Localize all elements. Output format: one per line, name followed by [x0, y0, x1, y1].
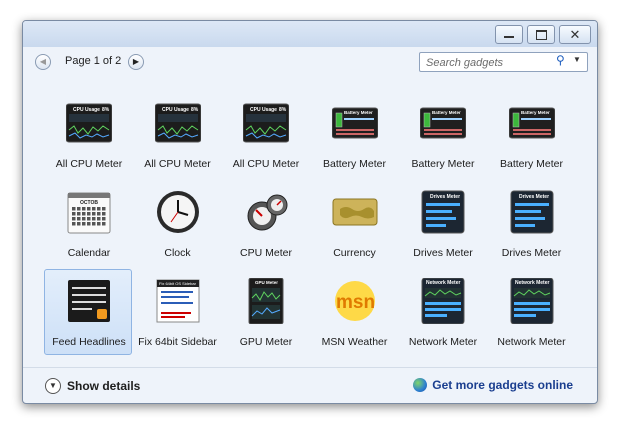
clock-icon	[155, 189, 201, 235]
gadget-tile[interactable]: CPU Usage 8% All CPU Meter	[133, 91, 221, 177]
maximize-button[interactable]	[527, 25, 555, 44]
all-cpu-meter-icon: CPU Usage 8%	[242, 100, 290, 146]
network-meter-icon: Network Meter	[509, 277, 555, 325]
gadget-label: Battery Meter	[499, 158, 564, 170]
next-page-button[interactable]: ▶	[128, 54, 144, 70]
gadget-label: Network Meter	[408, 336, 478, 348]
all-cpu-meter-icon: CPU Usage 8%	[65, 100, 113, 146]
gadget-tile[interactable]: msn MSN Weather	[310, 269, 398, 355]
title-bar: ✕	[23, 21, 597, 47]
svg-text:CPU Usage: CPU Usage	[162, 107, 189, 113]
chevron-down-icon: ▼	[45, 378, 61, 394]
gadget-tile[interactable]: Network Meter Network Meter	[487, 269, 575, 355]
svg-text:Battery Meter: Battery Meter	[432, 110, 461, 115]
battery-meter-icon: Battery Meter	[331, 100, 378, 146]
feed-headlines-icon	[66, 278, 112, 324]
gadget-tile[interactable]: Currency	[310, 180, 398, 266]
svg-text:Network Meter: Network Meter	[426, 280, 461, 286]
svg-text:CPU Usage: CPU Usage	[73, 107, 100, 113]
show-details-toggle[interactable]: ▼ Show details	[45, 378, 140, 394]
svg-text:Drives Meter: Drives Meter	[519, 194, 549, 200]
svg-text:Fix 64bit OS Sidebar: Fix 64bit OS Sidebar	[159, 281, 197, 286]
get-more-gadgets-label: Get more gadgets online	[432, 378, 573, 392]
svg-text:msn: msn	[336, 292, 375, 313]
network-meter-icon: Network Meter	[420, 277, 466, 325]
gadget-label: Network Meter	[497, 336, 566, 348]
gadget-label: Feed Headlines	[52, 336, 126, 348]
gadget-label: Clock	[164, 247, 191, 259]
gadget-tile[interactable]: GPU Meter GPU Meter	[221, 269, 309, 355]
gadget-label: GPU Meter	[239, 336, 293, 348]
gadget-label: Battery Meter	[411, 158, 475, 170]
gadget-tile[interactable]: CPU Meter	[221, 180, 309, 266]
msn-weather-icon: msn	[332, 278, 378, 324]
gadget-label: Fix 64bit Sidebar	[138, 336, 217, 348]
show-details-label: Show details	[67, 379, 141, 393]
gadget-label: Drives Meter	[413, 247, 473, 259]
gadget-tile[interactable]: Network Meter Network Meter	[398, 269, 486, 355]
gadget-tile[interactable]: Battery Meter Battery Meter	[398, 91, 486, 177]
get-more-gadgets-link[interactable]: Get more gadgets online	[413, 378, 573, 392]
gadgets-window: ✕ ◀ Page 1 of 2 ▶ ⚲ ▼ CPU Usage8% All CP…	[22, 20, 598, 404]
gadget-tile[interactable]: Clock	[133, 180, 221, 266]
svg-text:Network Meter: Network Meter	[515, 280, 550, 286]
minimize-icon	[504, 36, 514, 38]
svg-text:8%: 8%	[279, 107, 287, 113]
drives-meter-icon: Drives Meter	[509, 189, 555, 235]
gadget-label: All CPU Meter	[232, 158, 300, 170]
currency-icon	[332, 189, 378, 235]
gadget-tile[interactable]: Fix 64bit OS Sidebar Fix 64bit Sidebar	[133, 269, 221, 355]
gadget-label: Calendar	[67, 247, 111, 259]
svg-text:8%: 8%	[191, 107, 199, 113]
svg-text:CPU Usage: CPU Usage	[250, 107, 277, 113]
gpu-meter-icon: GPU Meter	[243, 277, 289, 325]
gadget-tile[interactable]: Drives Meter Drives Meter	[398, 180, 486, 266]
gadget-tile[interactable]: CPU Usage 8% All CPU Meter	[44, 91, 132, 177]
gadget-tile[interactable]: OCTOB Calendar	[44, 180, 132, 266]
gadget-label: CPU Meter	[240, 247, 292, 259]
svg-text:Battery Meter: Battery Meter	[344, 110, 373, 115]
close-icon: ✕	[569, 27, 581, 42]
fix-64bit-sidebar-icon: Fix 64bit OS Sidebar	[155, 278, 201, 324]
svg-text:8%: 8%	[102, 107, 110, 113]
search-box: ⚲ ▼	[419, 52, 588, 72]
gadget-tile[interactable]: Battery Meter Battery Meter	[487, 91, 575, 177]
maximize-icon	[536, 30, 547, 40]
svg-text:GPU Meter: GPU Meter	[255, 280, 278, 285]
gadget-tile[interactable]: Feed Headlines	[44, 269, 132, 355]
battery-meter-icon: Battery Meter	[419, 100, 467, 146]
gadget-label: All CPU Meter	[144, 158, 211, 170]
svg-text:OCTOB: OCTOB	[80, 200, 98, 206]
all-cpu-meter-icon: CPU Usage 8%	[154, 100, 201, 146]
page-indicator: Page 1 of 2	[65, 55, 122, 67]
globe-icon	[413, 378, 428, 392]
gadget-label: Battery Meter	[322, 158, 387, 170]
gadget-tile[interactable]: Drives Meter Drives Meter	[487, 180, 575, 266]
gadget-label: Currency	[333, 247, 376, 259]
battery-meter-icon: Battery Meter	[508, 100, 555, 146]
chevron-down-icon[interactable]: ▼	[573, 55, 581, 64]
cpu-meter-icon	[243, 189, 289, 235]
gadget-label: All CPU Meter	[55, 158, 123, 170]
svg-text:Battery Meter: Battery Meter	[521, 110, 550, 115]
calendar-icon: OCTOB	[66, 189, 112, 235]
close-button[interactable]: ✕	[559, 25, 591, 44]
drives-meter-icon: Drives Meter	[420, 189, 466, 235]
gadget-label: MSN Weather	[321, 336, 388, 348]
search-input[interactable]	[424, 54, 553, 71]
gadget-tile[interactable]: Battery Meter Battery Meter	[310, 91, 398, 177]
svg-text:Drives Meter: Drives Meter	[430, 194, 460, 200]
gadget-tile[interactable]: CPU Usage 8% All CPU Meter	[221, 91, 309, 177]
footer: ▼ Show details Get more gadgets online	[23, 367, 597, 403]
search-icon[interactable]: ⚲	[556, 53, 565, 67]
minimize-button[interactable]	[495, 25, 523, 44]
previous-page-button[interactable]: ◀	[35, 54, 51, 70]
gadget-label: Drives Meter	[501, 247, 562, 259]
